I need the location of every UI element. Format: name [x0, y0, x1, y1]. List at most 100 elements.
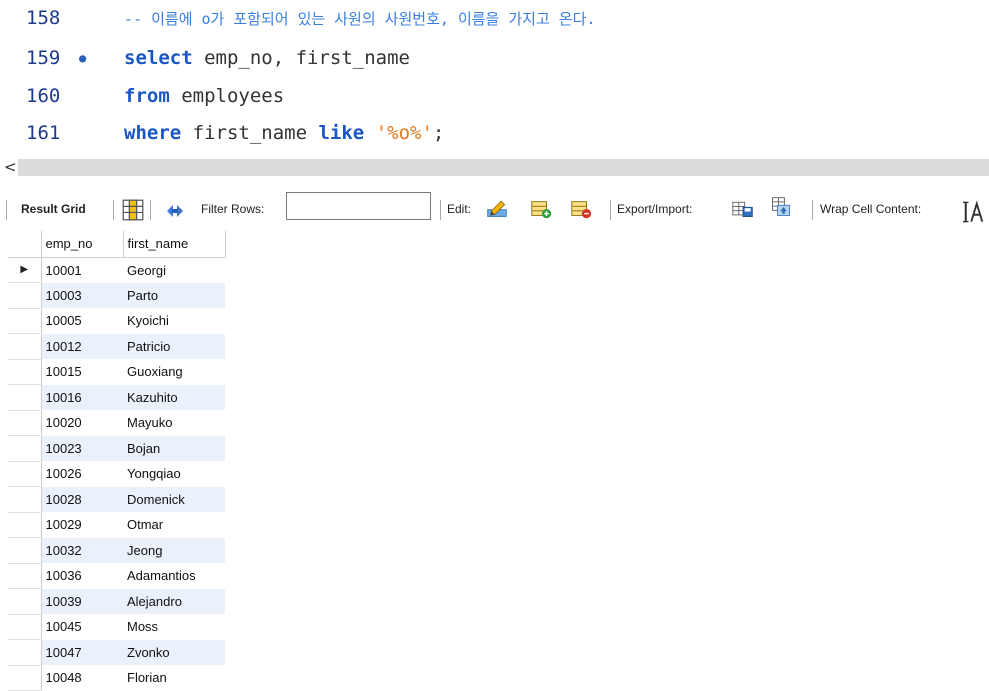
row-selector[interactable] — [8, 384, 42, 411]
table-row[interactable]: 10045 Moss — [8, 614, 225, 640]
row-selector-header[interactable] — [8, 231, 42, 258]
cell-emp-no[interactable]: 10045 — [41, 614, 123, 640]
row-selector[interactable] — [8, 410, 42, 436]
table-row[interactable]: 10029 Otmar — [8, 512, 225, 538]
cell-first-name[interactable]: Bojan — [123, 435, 225, 461]
import-icon[interactable] — [770, 196, 792, 218]
cell-first-name[interactable]: Jeong — [123, 537, 225, 563]
table-row[interactable]: 10048 Florian — [8, 665, 225, 691]
row-selector[interactable] — [8, 308, 42, 334]
horizontal-scrollbar[interactable]: < — [0, 156, 989, 180]
code-text[interactable]: select emp_no, first_name — [124, 40, 410, 76]
cell-emp-no[interactable]: 10005 — [41, 308, 123, 334]
table-row[interactable]: 10039 Alejandro — [8, 588, 225, 615]
cell-first-name[interactable]: Patricio — [123, 333, 225, 359]
column-header-first-name[interactable]: first_name — [123, 231, 226, 258]
cell-emp-no[interactable]: 10028 — [41, 486, 123, 512]
code-text[interactable]: where first_name like '%o%'; — [124, 115, 444, 151]
row-selector[interactable] — [8, 333, 42, 360]
row-selector[interactable] — [8, 512, 42, 538]
result-grid-tab[interactable]: Result Grid — [21, 188, 86, 230]
row-selector[interactable] — [8, 563, 42, 589]
cell-first-name[interactable]: Otmar — [123, 512, 225, 538]
cell-emp-no[interactable]: 10036 — [41, 563, 123, 589]
row-selector[interactable] — [8, 359, 42, 385]
cell-emp-no[interactable]: 10029 — [41, 512, 123, 538]
row-selector[interactable] — [8, 461, 42, 487]
cell-first-name[interactable]: Kyoichi — [123, 308, 225, 334]
table-row[interactable]: 10047 Zvonko — [8, 639, 225, 666]
filter-rows-input[interactable] — [286, 192, 431, 220]
row-selector[interactable] — [8, 486, 42, 513]
scrollbar-track[interactable] — [18, 159, 989, 176]
edit-label: Edit: — [447, 202, 472, 216]
table-row[interactable]: 10023 Bojan — [8, 435, 225, 462]
row-selector[interactable] — [8, 588, 42, 615]
cell-emp-no[interactable]: 10020 — [41, 410, 123, 436]
cell-emp-no[interactable]: 10026 — [41, 461, 123, 487]
cell-first-name[interactable]: Moss — [123, 614, 225, 640]
row-selector[interactable] — [8, 665, 42, 691]
cell-first-name[interactable]: Guoxiang — [123, 359, 225, 385]
line-number: 160 — [26, 85, 61, 107]
cell-first-name[interactable]: Alejandro — [123, 588, 225, 614]
cell-emp-no[interactable]: 10048 — [41, 665, 123, 691]
cell-first-name[interactable]: Mayuko — [123, 410, 225, 436]
refresh-icon[interactable] — [164, 200, 186, 222]
cell-emp-no[interactable]: 10032 — [41, 537, 123, 563]
sql-keyword: select — [124, 47, 193, 69]
row-selector[interactable] — [8, 537, 42, 564]
table-row[interactable]: 10016 Kazuhito — [8, 384, 225, 411]
sql-text: ; — [432, 122, 445, 144]
row-selector[interactable] — [8, 282, 42, 309]
row-selector[interactable]: ▶ — [8, 257, 42, 283]
table-row[interactable]: 10003 Parto — [8, 282, 225, 309]
sql-editor[interactable]: 158 -- 이름에 o가 포함되어 있는 사원의 사원번호, 이름을 가지고 온… — [0, 0, 989, 156]
toolbar-separator — [440, 200, 441, 220]
cell-first-name[interactable]: Parto — [123, 282, 225, 308]
delete-row-icon[interactable] — [570, 198, 592, 220]
result-grid[interactable]: emp_no first_name ▶ 10001 Georgi 10003 Parto… — [8, 231, 226, 691]
cell-first-name[interactable]: Yongqiao — [123, 461, 225, 487]
sql-keyword: like — [318, 122, 365, 144]
table-row[interactable]: 10015 Guoxiang — [8, 359, 225, 385]
row-selector[interactable] — [8, 614, 42, 640]
edit-cell-icon[interactable] — [486, 197, 508, 219]
table-row[interactable]: 10036 Adamantios — [8, 563, 225, 589]
cell-emp-no[interactable]: 10039 — [41, 588, 123, 614]
wrap-text-icon[interactable] — [963, 201, 985, 223]
cell-emp-no[interactable]: 10015 — [41, 359, 123, 385]
cell-first-name[interactable]: Georgi — [123, 257, 225, 283]
cell-emp-no[interactable]: 10012 — [41, 333, 123, 359]
code-text[interactable]: -- 이름에 o가 포함되어 있는 사원의 사원번호, 이름을 가지고 온다. — [124, 0, 595, 37]
code-line[interactable]: 159 ● select emp_no, first_name — [0, 40, 989, 76]
row-selector[interactable] — [8, 435, 42, 462]
cell-first-name[interactable]: Adamantios — [123, 563, 225, 589]
table-row[interactable]: 10028 Domenick — [8, 486, 225, 513]
cell-first-name[interactable]: Domenick — [123, 486, 225, 512]
code-line[interactable]: 158 -- 이름에 o가 포함되어 있는 사원의 사원번호, 이름을 가지고 온… — [0, 0, 989, 36]
insert-row-icon[interactable] — [530, 198, 552, 220]
form-editor-icon[interactable] — [122, 199, 144, 221]
export-icon[interactable] — [732, 198, 754, 220]
table-row[interactable]: 10005 Kyoichi — [8, 308, 225, 334]
cell-emp-no[interactable]: 10016 — [41, 384, 123, 410]
cell-emp-no[interactable]: 10047 — [41, 639, 123, 665]
column-header-emp-no[interactable]: emp_no — [41, 231, 124, 258]
table-row[interactable]: 10012 Patricio — [8, 333, 225, 360]
row-selector[interactable] — [8, 639, 42, 666]
cell-first-name[interactable]: Florian — [123, 665, 225, 691]
scroll-left-icon[interactable]: < — [4, 157, 17, 177]
cell-emp-no[interactable]: 10003 — [41, 282, 123, 308]
table-row[interactable]: ▶ 10001 Georgi — [8, 257, 225, 283]
cell-emp-no[interactable]: 10001 — [41, 257, 123, 283]
table-row[interactable]: 10020 Mayuko — [8, 410, 225, 436]
cell-first-name[interactable]: Zvonko — [123, 639, 225, 665]
code-text[interactable]: from employees — [124, 78, 284, 114]
cell-emp-no[interactable]: 10023 — [41, 435, 123, 461]
code-line[interactable]: 160 from employees — [0, 78, 989, 114]
table-row[interactable]: 10026 Yongqiao — [8, 461, 225, 487]
cell-first-name[interactable]: Kazuhito — [123, 384, 225, 410]
code-line[interactable]: 161 where first_name like '%o%'; — [0, 115, 989, 151]
table-row[interactable]: 10032 Jeong — [8, 537, 225, 564]
